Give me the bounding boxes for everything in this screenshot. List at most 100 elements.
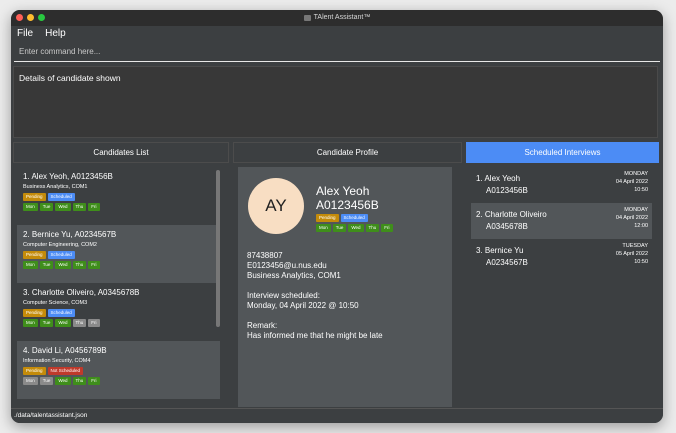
profile-phone: 87438807 [247, 251, 283, 260]
scheduled-interviews-list: 1. Alex Yeoh A0123456B MONDAY 04 April 2022… [471, 167, 652, 275]
interview-card[interactable]: 3. Bernice Yu A0234567B TUESDAY 05 April 20… [471, 239, 652, 275]
close-window-button[interactable] [16, 14, 23, 21]
avatar-initials: AY [265, 196, 287, 215]
profile-interview-time: Monday, 04 April 2022 @ 10:50 [247, 301, 359, 310]
candidate-name: 1. Alex Yeoh, A0123456B [23, 172, 113, 181]
candidate-card[interactable]: 4. David Li, A0456789B Information Securi… [17, 341, 220, 399]
profile-availability: Mon Tue Wed Thu Fri [316, 224, 393, 232]
status-tag: Scheduled [47, 251, 75, 259]
interview-candidate-id: A0345678B [486, 222, 528, 231]
candidate-card[interactable]: 1. Alex Yeoh, A0123456B Business Analytic… [17, 167, 220, 225]
interview-candidate-id: A0123456B [486, 186, 528, 195]
menu-file[interactable]: File [17, 26, 33, 41]
availability-day-wed: Wed [348, 224, 364, 232]
availability-day-tue: Tue [39, 377, 54, 385]
interview-day: MONDAY [624, 207, 648, 213]
menu-bar: File Help [11, 26, 663, 41]
availability-day-mon: Mon [23, 377, 38, 385]
interview-candidate-name: 1. Alex Yeoh [476, 174, 521, 183]
candidates-list-panel: 1. Alex Yeoh, A0123456B Business Analytic… [13, 163, 229, 407]
result-display: Details of candidate shown [13, 66, 658, 138]
interview-candidate-name: 2. Charlotte Oliveiro [476, 210, 547, 219]
interview-date: 04 April 2022 [615, 179, 648, 185]
profile-remark: Has informed me that he might be late [247, 331, 383, 340]
status-tag: Scheduled [47, 193, 75, 201]
status-tag: Pending [23, 367, 46, 375]
command-input[interactable] [14, 42, 660, 62]
candidates-list-title: Candidates List [93, 148, 149, 157]
app-window: TAlent Assistant™ File Help Details of c… [11, 10, 663, 423]
availability-day-wed: Wed [55, 203, 71, 211]
candidates-list-header: Candidates List [13, 142, 229, 163]
app-icon [303, 15, 311, 21]
profile-name: Alex Yeoh [316, 184, 370, 198]
status-tag: Pending [316, 214, 339, 222]
availability-day-wed: Wed [55, 377, 71, 385]
minimize-window-button[interactable] [27, 14, 34, 21]
status-tag: Pending [23, 193, 46, 201]
interview-date: 04 April 2022 [615, 215, 648, 221]
availability-day-mon: Mon [23, 203, 38, 211]
candidate-course: Computer Science, COM3 [23, 300, 88, 306]
availability-day-wed: Wed [55, 319, 71, 327]
scheduled-interviews-title: Scheduled Interviews [524, 148, 601, 157]
candidate-status-tags: Pending Scheduled [23, 251, 220, 259]
status-bar: ./data/talentassistant.json [11, 408, 663, 423]
candidates-list: 1. Alex Yeoh, A0123456B Business Analytic… [17, 167, 220, 399]
candidate-profile-card: AY Alex Yeoh A0123456B Pending Scheduled … [238, 167, 452, 407]
candidate-card[interactable]: 2. Bernice Yu, A0234567B Computer Enginee… [17, 225, 220, 283]
candidate-status-tags: Pending Scheduled [23, 193, 220, 201]
avatar: AY [248, 178, 304, 234]
candidates-scrollbar[interactable] [216, 170, 220, 327]
availability-day-thu: Thu [72, 203, 87, 211]
candidate-status-tags: Pending Scheduled [23, 309, 220, 317]
interview-day: MONDAY [624, 171, 648, 177]
interview-time: 12:00 [634, 223, 648, 229]
interview-time: 10:50 [634, 187, 648, 193]
menu-help[interactable]: Help [45, 26, 66, 41]
candidate-availability: Mon Tue Wed Thu Fri [23, 319, 220, 327]
interview-datetime: TUESDAY 05 April 2022 10:50 [616, 242, 648, 266]
profile-interview-label: Interview scheduled: [247, 291, 320, 300]
result-text: Details of candidate shown [19, 73, 121, 83]
profile-email: E0123456@u.nus.edu [247, 261, 327, 270]
status-tag: Not Scheduled [47, 367, 84, 375]
scheduled-interviews-panel: 1. Alex Yeoh A0123456B MONDAY 04 April 2022… [466, 163, 659, 407]
status-tag: Pending [23, 309, 46, 317]
window-title: TAlent Assistant™ [313, 14, 371, 21]
candidate-card[interactable]: 3. Charlotte Oliveiro, A0345678B Computer… [17, 283, 220, 341]
availability-day-thu: Thu [365, 224, 380, 232]
candidate-status-tags: Pending Not Scheduled [23, 367, 220, 375]
interview-candidate-id: A0234567B [486, 258, 528, 267]
status-tag: Pending [23, 251, 46, 259]
candidate-name: 4. David Li, A0456789B [23, 346, 107, 355]
interview-datetime: MONDAY 04 April 2022 12:00 [616, 206, 648, 230]
profile-id: A0123456B [316, 198, 379, 212]
candidate-availability: Mon Tue Wed Thu Fri [23, 203, 220, 211]
candidate-availability: Mon Tue Wed Thu Fri [23, 261, 220, 269]
candidate-course: Information Security, COM4 [23, 358, 91, 364]
candidate-name: 2. Bernice Yu, A0234567B [23, 230, 117, 239]
availability-day-tue: Tue [39, 319, 54, 327]
candidate-availability: Mon Tue Wed Thu Fri [23, 377, 220, 385]
scheduled-interviews-header[interactable]: Scheduled Interviews [466, 142, 659, 163]
profile-course: Business Analytics, COM1 [247, 271, 341, 280]
profile-remark-label: Remark: [247, 321, 278, 330]
interview-card[interactable]: 2. Charlotte Oliveiro A0345678B MONDAY 04 A… [471, 203, 652, 239]
availability-day-tue: Tue [332, 224, 347, 232]
interview-date: 05 April 2022 [615, 251, 648, 257]
availability-day-fri: Fri [88, 319, 100, 327]
interview-datetime: MONDAY 04 April 2022 10:50 [616, 170, 648, 194]
candidate-course: Business Analytics, COM1 [23, 184, 88, 190]
availability-day-fri: Fri [88, 261, 100, 269]
candidate-course: Computer Engineering, COM2 [23, 242, 97, 248]
maximize-window-button[interactable] [38, 14, 45, 21]
availability-day-tue: Tue [39, 261, 54, 269]
title-bar: TAlent Assistant™ [11, 10, 663, 26]
window-controls [16, 14, 45, 21]
availability-day-thu: Thu [72, 319, 87, 327]
interview-card[interactable]: 1. Alex Yeoh A0123456B MONDAY 04 April 2022… [471, 167, 652, 203]
availability-day-fri: Fri [88, 203, 100, 211]
availability-day-wed: Wed [55, 261, 71, 269]
availability-day-thu: Thu [72, 377, 87, 385]
